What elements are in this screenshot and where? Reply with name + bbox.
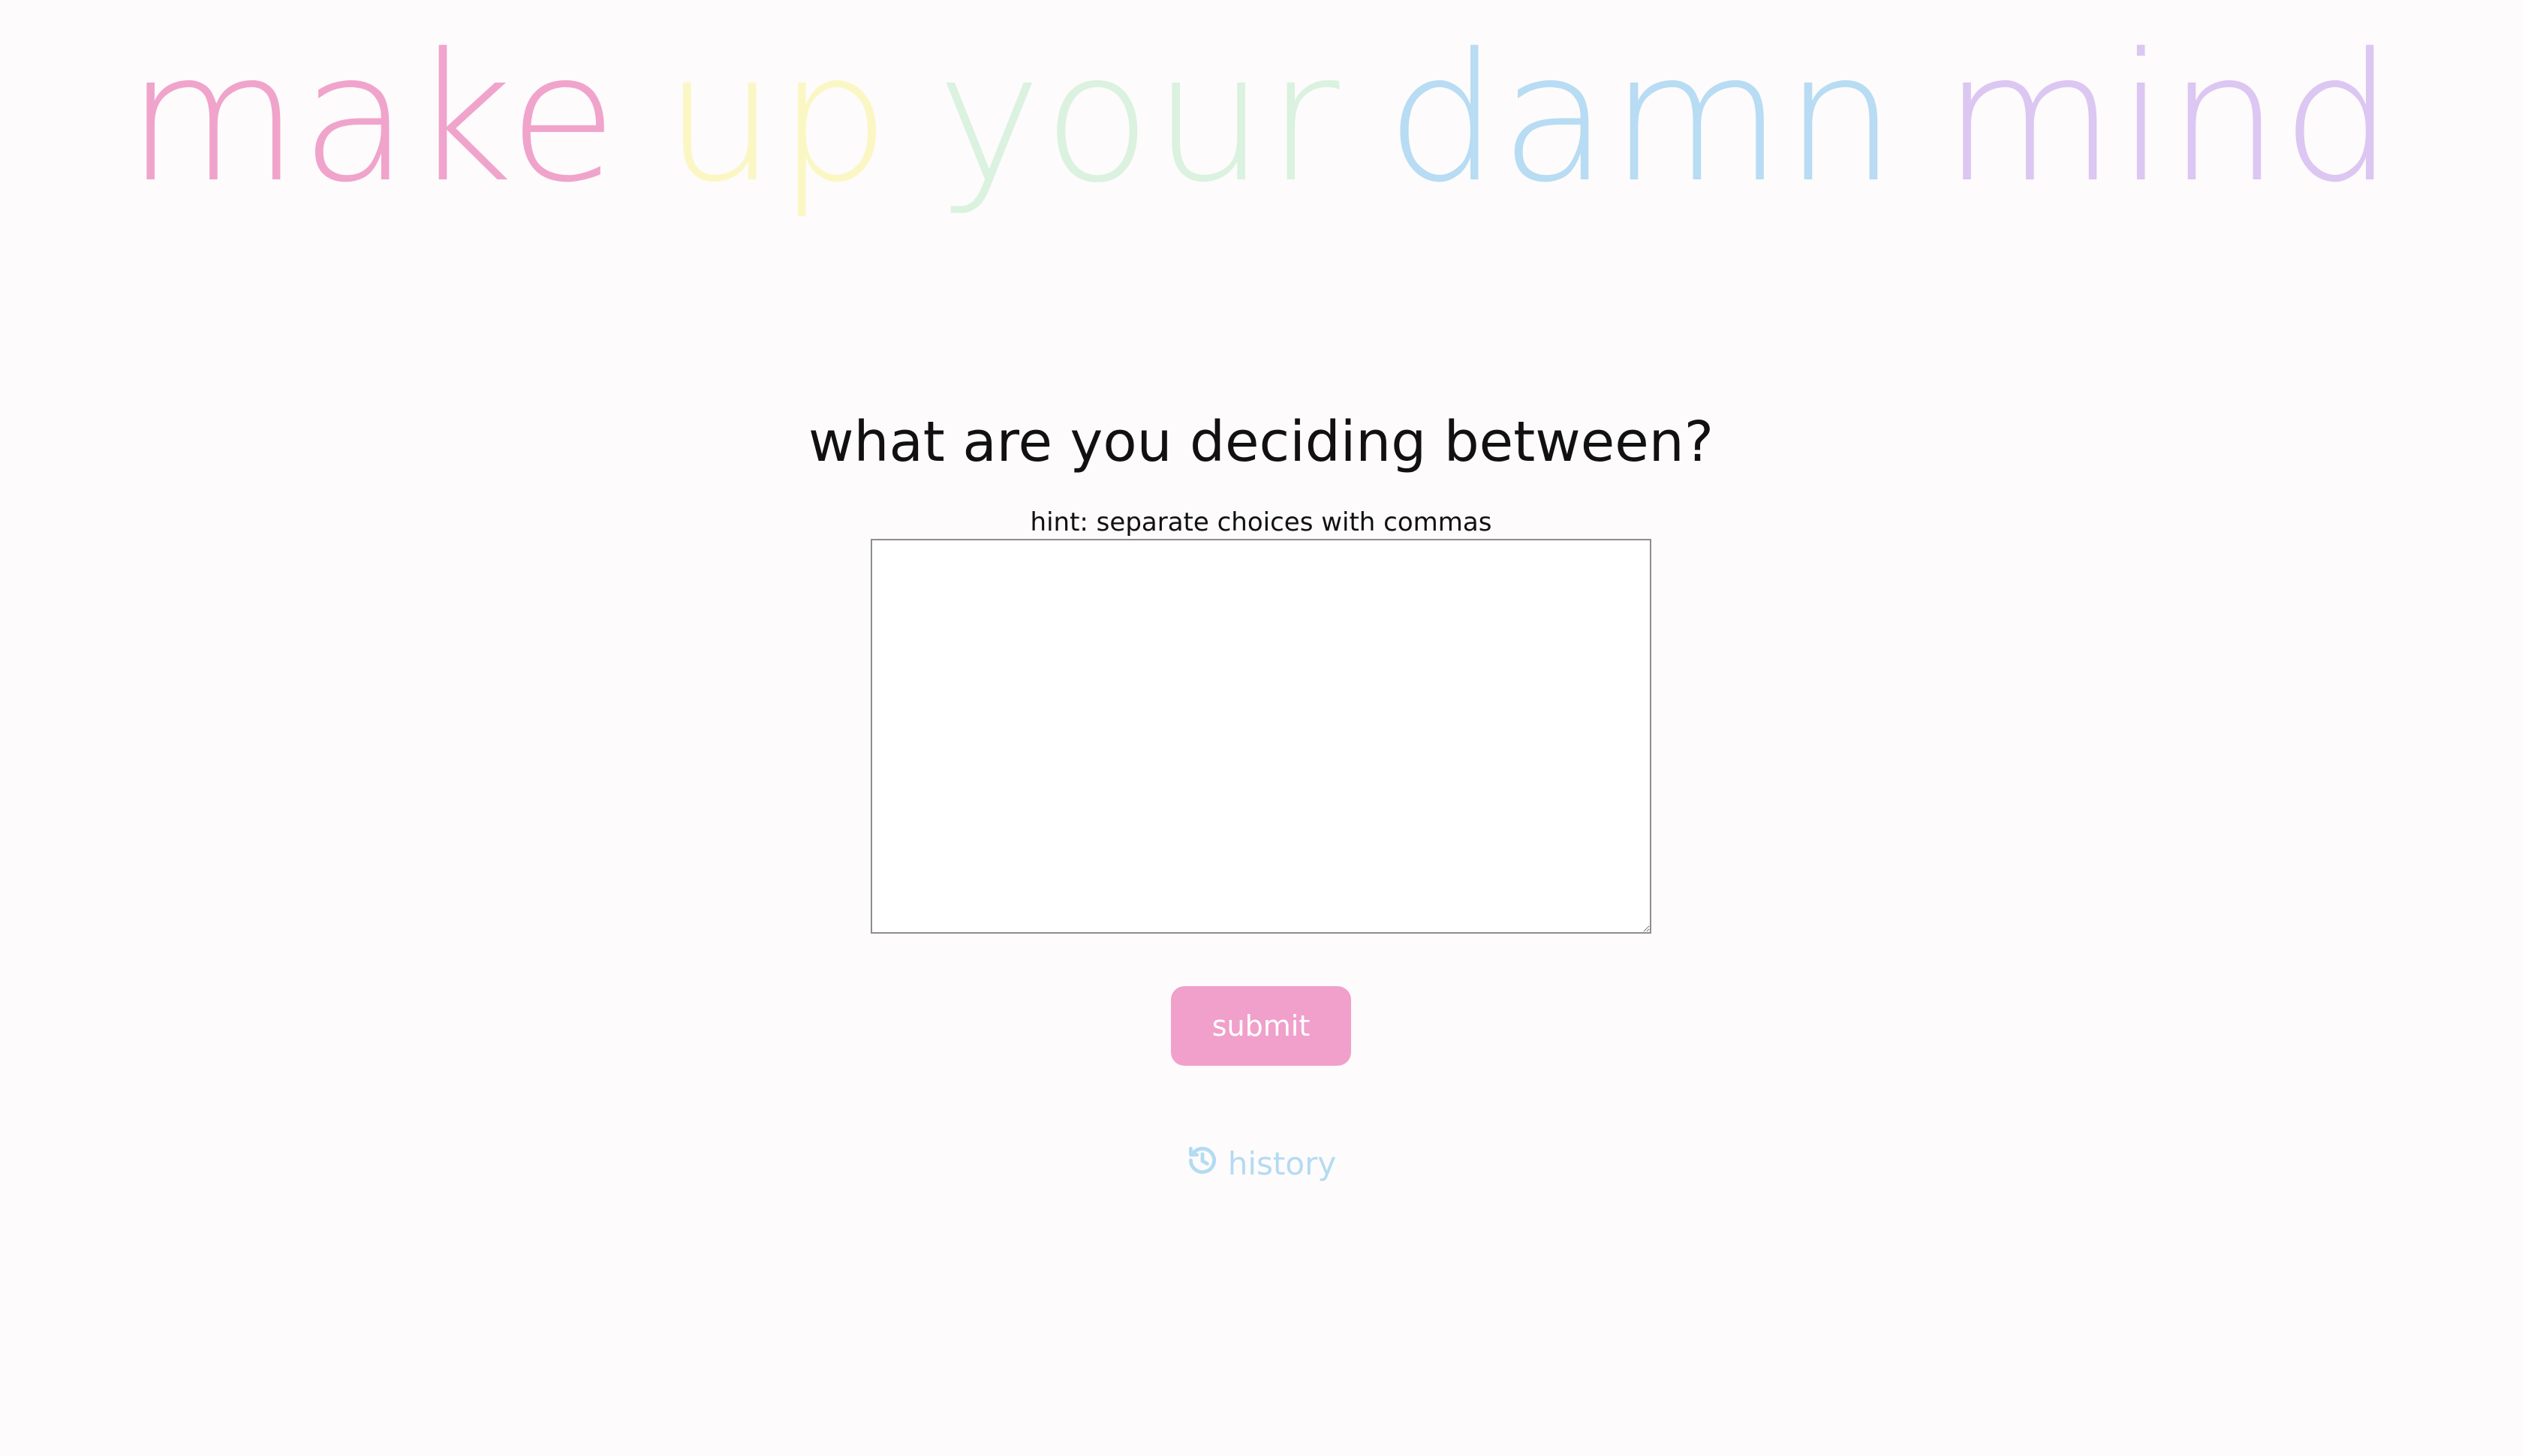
title-word-mind: mind [1943,15,2396,221]
page: make up your damn mind what are you deciding… [0,0,2522,1456]
question-heading: what are you deciding between? [808,409,1714,474]
history-link[interactable]: history [1186,1144,1336,1184]
title-word-your: your [936,15,1341,221]
title-word-up: up [664,15,892,221]
title-word-damn: damn [1386,15,1898,221]
hint-text: hint: separate choices with commas [1030,507,1492,537]
app-title: make up your damn mind [127,21,2396,216]
history-icon [1186,1144,1219,1184]
history-label: history [1227,1145,1337,1183]
title-word-make: make [126,15,619,221]
submit-button[interactable]: submit [1171,985,1351,1066]
choices-textarea[interactable] [871,538,1651,934]
